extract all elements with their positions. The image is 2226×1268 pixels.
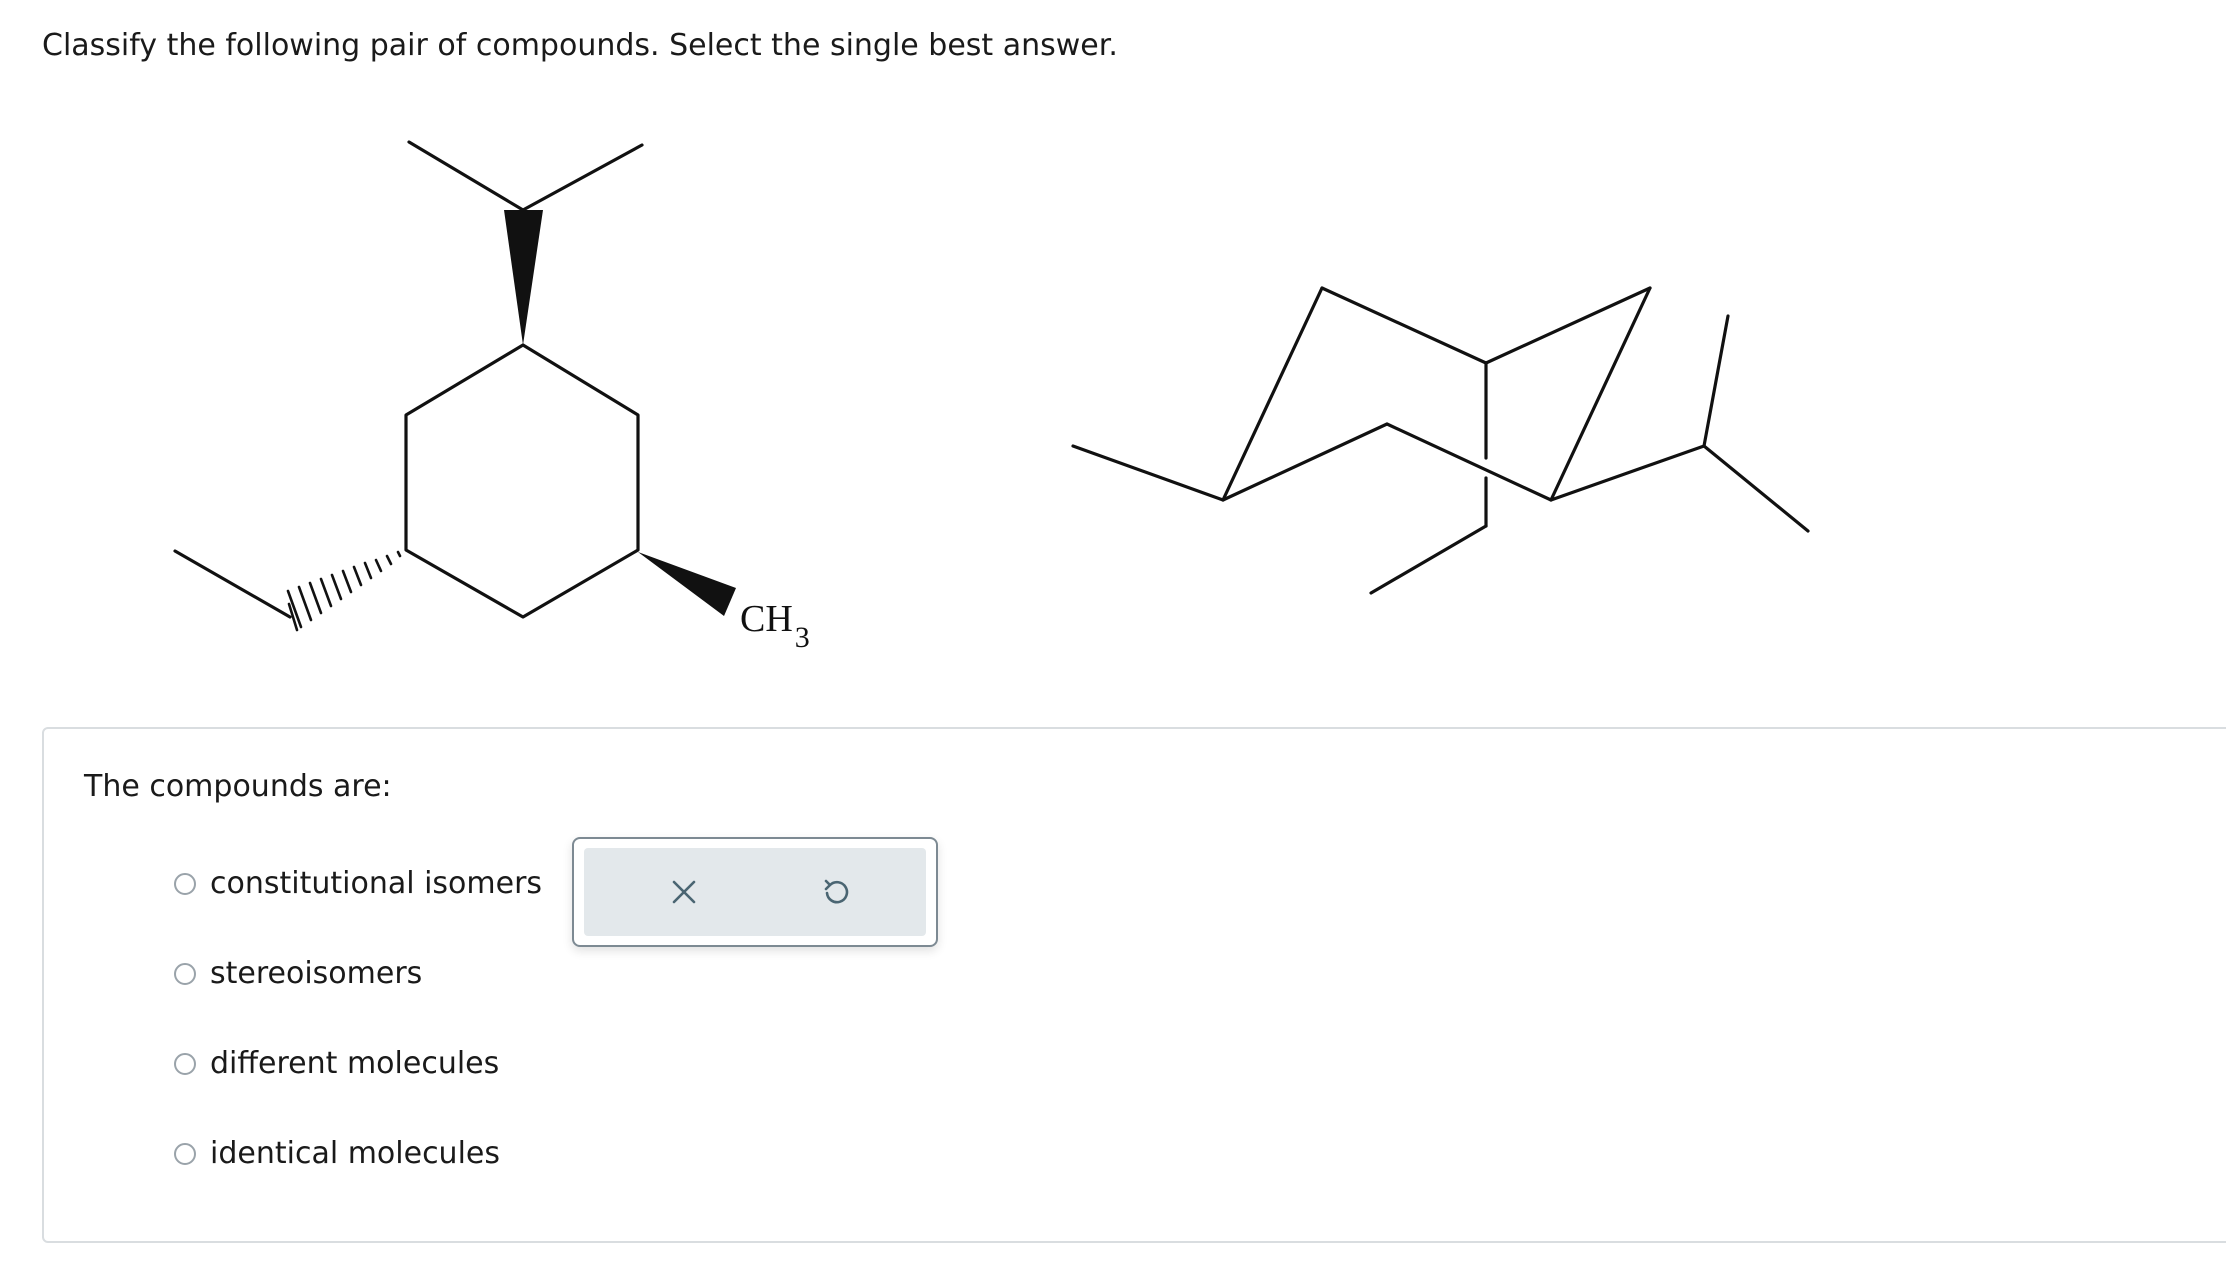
option-label[interactable]: stereoisomers [210,954,422,994]
radio-button[interactable] [174,873,196,895]
option-label[interactable]: different molecules [210,1044,499,1084]
left-ring [404,343,640,619]
radio-button[interactable] [174,963,196,985]
option-stereoisomers[interactable]: stereoisomers [174,954,422,994]
answer-prompt: The compounds are: [84,769,392,804]
option-label[interactable]: identical molecules [210,1134,500,1174]
radio-button[interactable] [174,1143,196,1165]
clear-button[interactable] [658,866,710,918]
hash-bond [286,550,402,632]
option-different-molecules[interactable]: different molecules [174,1044,499,1084]
tools-panel [584,848,926,936]
answer-tools [572,837,938,947]
ch3-label: CH3 [740,598,810,654]
reset-button[interactable] [810,866,862,918]
left-compound [173,140,644,619]
answer-panel: The compounds are: constitutional isomer… [42,727,2226,1243]
wedge-bond-top [504,210,543,345]
close-icon [672,880,696,904]
right-compound [1071,286,1810,595]
compound-structures: CH3 [173,140,1810,654]
option-constitutional-isomers[interactable]: constitutional isomers [174,864,542,904]
undo-icon [824,879,849,904]
radio-button[interactable] [174,1053,196,1075]
option-identical-molecules[interactable]: identical molecules [174,1134,500,1174]
option-label[interactable]: constitutional isomers [210,864,542,904]
wedge-bond-ch3 [638,552,736,616]
